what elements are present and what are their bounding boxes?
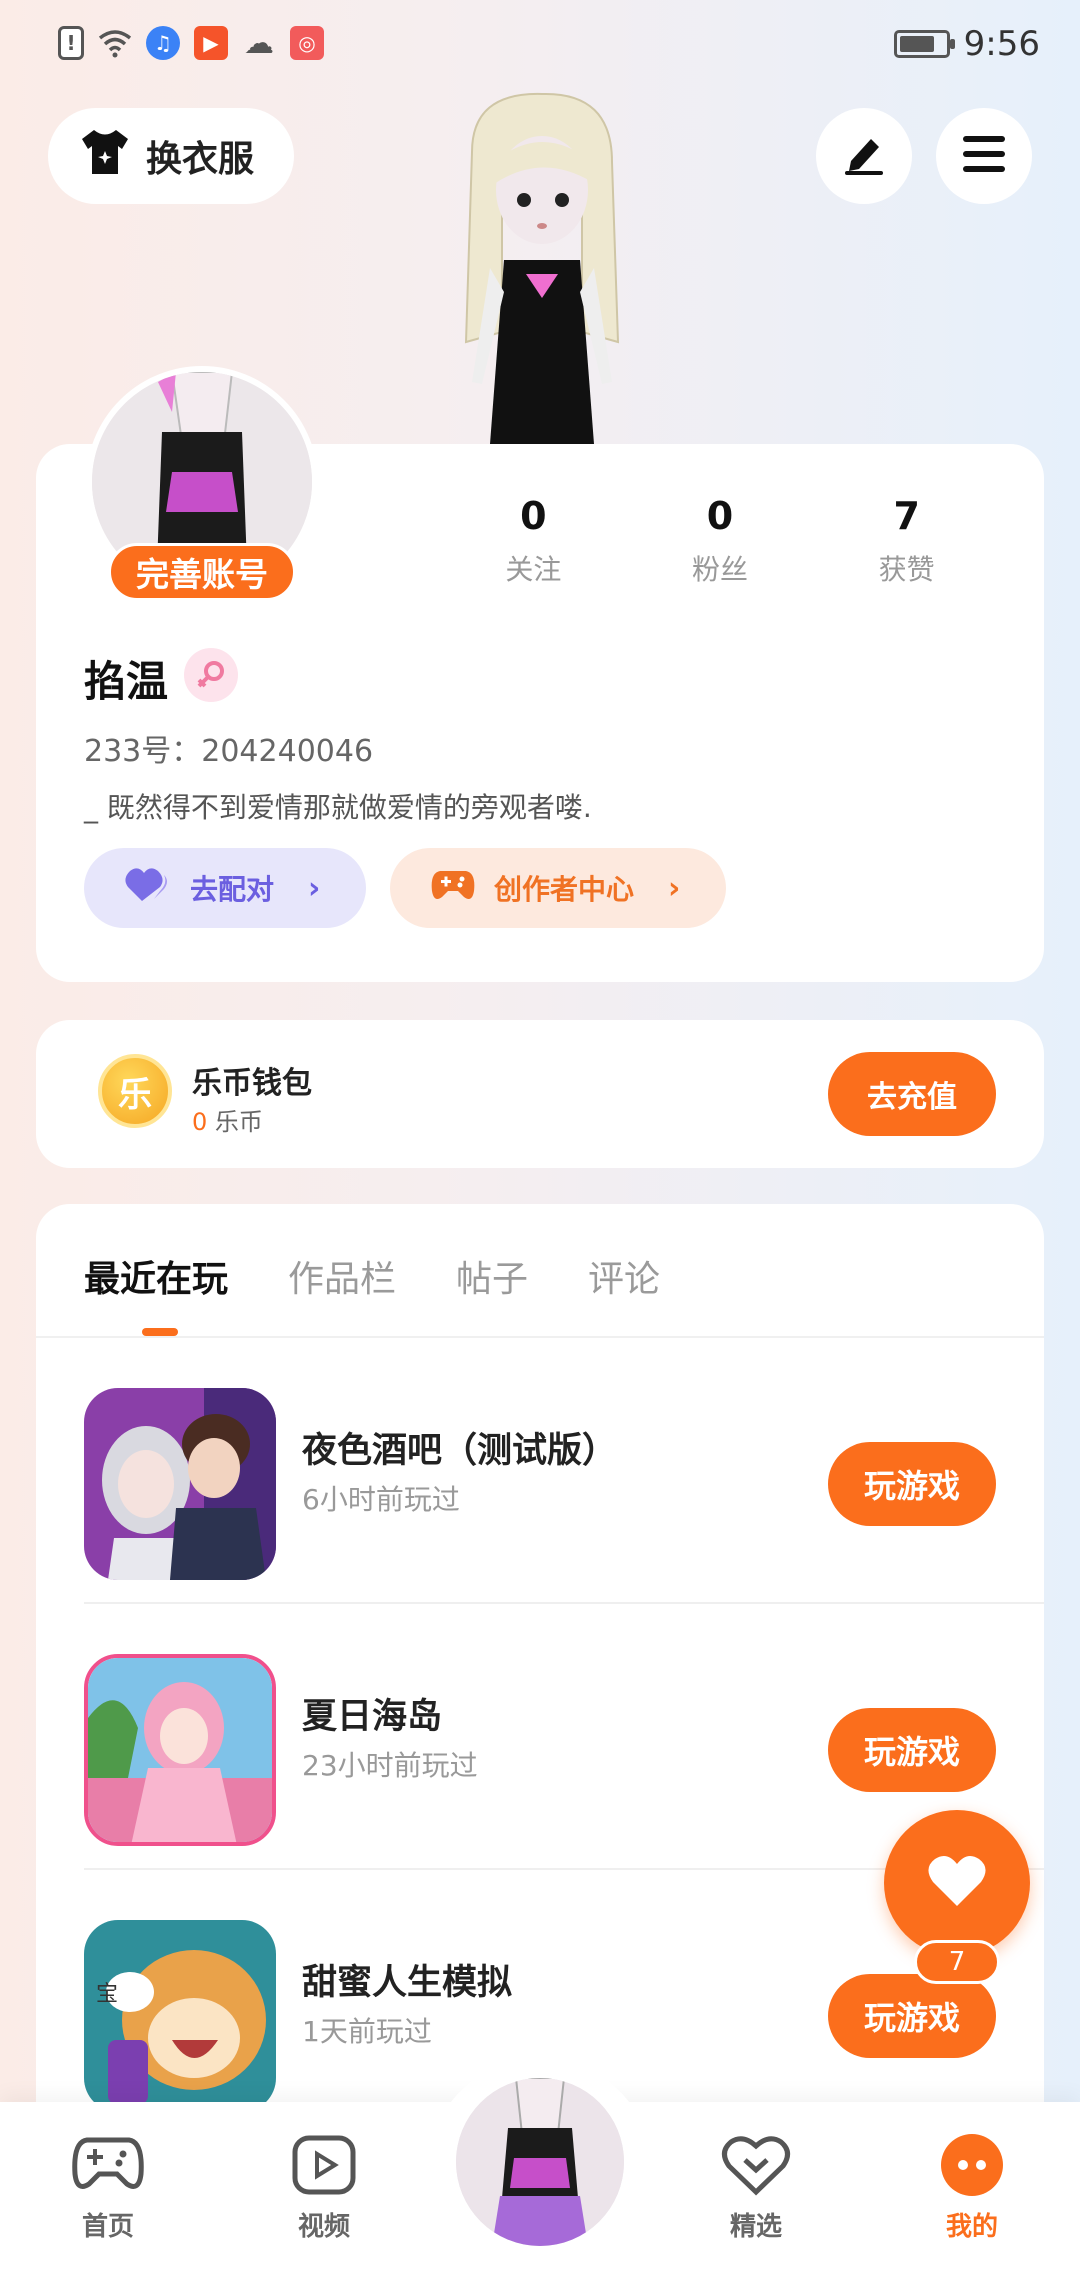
play-game-button[interactable]: 玩游戏: [828, 1708, 996, 1792]
play-game-button[interactable]: 玩游戏: [828, 1974, 996, 2058]
status-notification-icons: ! ♫ ▶ ☁ ◎: [58, 25, 324, 61]
wifi-icon: [98, 26, 132, 60]
match-button[interactable]: 去配对 ›: [84, 848, 366, 928]
nav-video[interactable]: 视频: [264, 2130, 384, 2243]
nickname: 掐温: [84, 657, 169, 706]
match-label: 去配对: [190, 873, 275, 906]
game-thumbnail[interactable]: [84, 1654, 276, 1846]
game-last-played: 23小时前玩过: [302, 1749, 478, 1782]
nav-mine-label: 我的: [945, 2212, 998, 2242]
tshirt-icon: [78, 127, 132, 186]
game-title: 夜色酒吧（测试版）: [302, 1431, 618, 1471]
profile-stats: 0 关注 0 粉丝 7 获赞: [440, 494, 1000, 588]
sim-alert-icon: !: [58, 26, 84, 60]
nav-home-label: 首页: [81, 2212, 134, 2242]
signature: _ 既然得不到爱情那就做爱情的旁观者喽.: [84, 791, 592, 824]
profile-screen: ! ♫ ▶ ☁ ◎ 9:56 换衣服 完善账号 0 关注 0 粉丝 7 获赞 掐…: [0, 0, 1080, 2280]
avatar-3d-figure[interactable]: [432, 92, 652, 444]
cloud-icon: ☁: [244, 25, 274, 61]
gamepad-icon: [430, 865, 476, 912]
game-last-played: 6小时前玩过: [302, 1483, 460, 1516]
complete-account-badge[interactable]: 完善账号: [108, 543, 296, 601]
menu-button[interactable]: [936, 108, 1032, 204]
status-bar: ! ♫ ▶ ☁ ◎ 9:56: [0, 0, 1080, 90]
gamepad-icon: [48, 2130, 168, 2200]
change-outfit-label: 换衣服: [146, 139, 255, 180]
heart-pair-icon: [124, 865, 172, 912]
recharge-button[interactable]: 去充值: [828, 1052, 996, 1136]
creator-center-label: 创作者中心: [494, 873, 635, 906]
game-last-played: 1天前玩过: [302, 2015, 432, 2048]
edit-profile-button[interactable]: [816, 108, 912, 204]
user-id: 233号：204240046: [84, 734, 374, 769]
stat-following-label: 关注: [505, 553, 562, 586]
stat-followers-label: 粉丝: [692, 553, 749, 586]
coin-icon: 乐: [98, 1054, 172, 1128]
game-title: 甜蜜人生模拟: [302, 1963, 513, 2003]
wallet-unit: 乐币: [214, 1108, 263, 1136]
battery-icon: [893, 30, 955, 58]
nav-home[interactable]: 首页: [48, 2130, 168, 2243]
status-time: 9:56: [963, 24, 1040, 64]
game-app-icon: ◎: [290, 26, 324, 60]
status-right: 9:56: [893, 24, 1040, 64]
stat-likes-label: 获赞: [878, 553, 935, 586]
tab-recent-played[interactable]: 最近在玩: [84, 1250, 228, 1302]
active-tab-indicator: [142, 1328, 178, 1336]
female-gender-icon: [184, 648, 238, 702]
wallet-amount: 0: [192, 1108, 208, 1136]
wallet-title: 乐币钱包: [192, 1066, 312, 1101]
chevron-right-icon: ›: [308, 870, 321, 906]
game-thumbnail[interactable]: [84, 1388, 276, 1580]
game-title: 夏日海岛: [302, 1697, 443, 1737]
nav-featured[interactable]: 精选: [696, 2130, 816, 2243]
stat-followers-value: 0: [706, 494, 734, 538]
stat-likes-value: 7: [893, 494, 920, 538]
play-game-button[interactable]: 玩游戏: [828, 1442, 996, 1526]
nav-video-label: 视频: [297, 2212, 350, 2242]
center-avatar-button[interactable]: [456, 2078, 624, 2246]
chevron-right-icon: ›: [668, 870, 681, 906]
like-count-badge: 7: [914, 1940, 1000, 1984]
video-app-icon: ▶: [194, 26, 228, 60]
tab-works[interactable]: 作品栏: [288, 1250, 396, 1302]
game-thumb-text: 宝: [96, 1982, 119, 2007]
stat-following-value: 0: [520, 494, 547, 538]
nav-featured-label: 精选: [729, 2212, 782, 2242]
music-app-icon: ♫: [146, 26, 180, 60]
nav-mine[interactable]: 我的: [912, 2130, 1032, 2243]
profile-face-icon: [912, 2130, 1032, 2200]
tab-comments[interactable]: 评论: [588, 1250, 660, 1302]
change-outfit-button[interactable]: 换衣服: [48, 108, 294, 204]
game-row[interactable]: 夜色酒吧（测试版） 6小时前玩过 玩游戏: [84, 1338, 1044, 1604]
profile-tabs: 最近在玩 作品栏 帖子 评论: [84, 1250, 660, 1302]
tab-posts[interactable]: 帖子: [456, 1250, 528, 1302]
play-video-icon: [264, 2130, 384, 2200]
heart-icon: [927, 1854, 987, 1912]
creator-center-button[interactable]: 创作者中心 ›: [390, 848, 726, 928]
heart-chevron-icon: [696, 2130, 816, 2200]
stat-likes[interactable]: 7 获赞: [813, 494, 1000, 588]
like-button[interactable]: [884, 1810, 1030, 1956]
stat-followers[interactable]: 0 粉丝: [627, 494, 814, 588]
stat-following[interactable]: 0 关注: [440, 494, 627, 588]
hamburger-menu-icon: [961, 134, 1007, 178]
wallet-balance: 0 乐币: [192, 1102, 263, 1137]
pen-icon: [841, 131, 887, 181]
game-thumbnail[interactable]: 宝: [84, 1920, 276, 2112]
game-row[interactable]: 夏日海岛 23小时前玩过 玩游戏: [84, 1604, 1044, 1870]
